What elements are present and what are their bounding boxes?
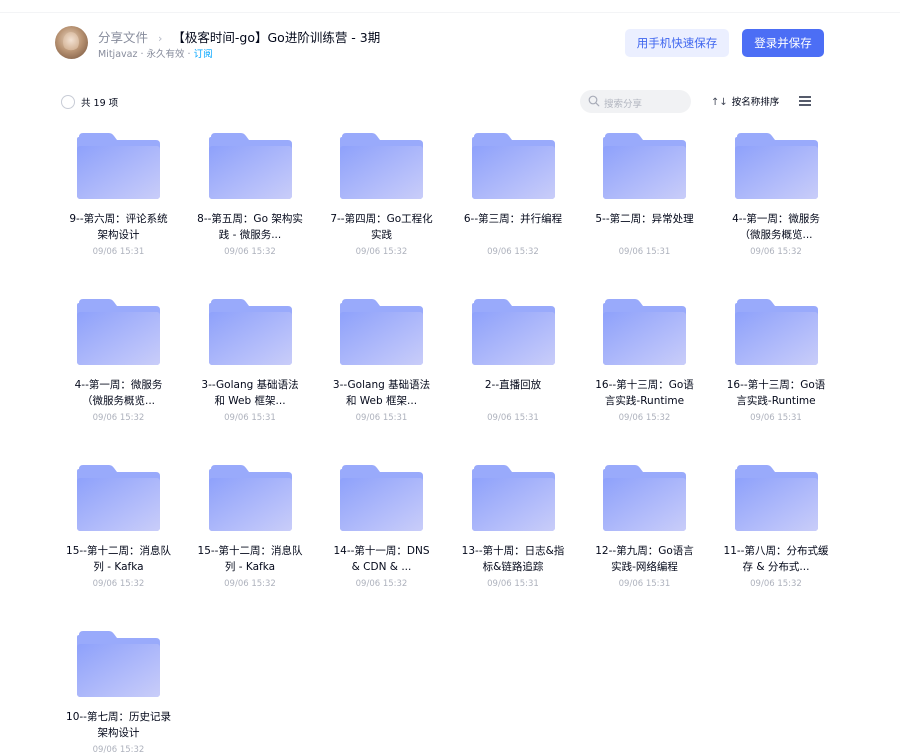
- folder-icon: [77, 299, 160, 365]
- folder-name[interactable]: 3--Golang 基础语法和 Web 框架...: [185, 377, 316, 409]
- sort-button[interactable]: ↑↓ 按名称排序: [711, 94, 779, 108]
- folder-icon: [734, 299, 818, 365]
- folder-time: 09/06 15:31: [92, 247, 145, 257]
- folder-item[interactable]: 7--第四周：Go工程化实践 09/06 15:32: [316, 127, 447, 267]
- folder-time: 09/06 15:31: [618, 247, 671, 257]
- folder-item[interactable]: 9--第六周：评论系统架构设计 09/06 15:31: [53, 127, 184, 267]
- folder-name[interactable]: 15--第十二周：消息队列 - Kafka: [185, 543, 316, 575]
- folder-item[interactable]: 4--第一周：微服务（微服务概览... 09/06 15:32: [711, 127, 842, 267]
- folder-item[interactable]: 15--第十二周：消息队列 - Kafka 09/06 15:32: [185, 459, 316, 599]
- folder-time: 09/06 15:31: [224, 413, 276, 423]
- folder-name[interactable]: 7--第四周：Go工程化实践: [316, 211, 447, 243]
- folder-item[interactable]: 4--第一周：微服务（微服务概览... 09/06 15:32: [53, 293, 184, 433]
- folder-item[interactable]: 5--第二周：异常处理 09/06 15:31: [579, 127, 710, 267]
- folder-time: 09/06 15:32: [355, 247, 408, 257]
- folder-item[interactable]: 14--第十一周：DNS & CDN & ... 09/06 15:32: [316, 459, 447, 599]
- folder-time: 09/06 15:31: [618, 579, 671, 589]
- folder-name[interactable]: 5--第二周：异常处理: [579, 211, 710, 227]
- sort-label: 按名称排序: [731, 97, 780, 108]
- folder-icon: [208, 299, 292, 365]
- folder-item[interactable]: 13--第十周：日志&指标&链路追踪 09/06 15:31: [448, 459, 579, 599]
- list-view-icon[interactable]: [799, 96, 811, 106]
- folder-icon: [603, 133, 686, 199]
- folder-time: 09/06 15:31: [750, 413, 802, 423]
- folder-name[interactable]: 15--第十二周：消息队列 - Kafka: [53, 543, 184, 575]
- breadcrumb-root[interactable]: 分享文件: [98, 30, 148, 45]
- folder-time: 09/06 15:32: [224, 247, 276, 257]
- folder-item[interactable]: 12--第九周：Go语言实践-网络编程 09/06 15:31: [579, 459, 710, 599]
- folder-icon: [77, 133, 160, 199]
- folder-icon: [603, 465, 686, 531]
- folder-name[interactable]: 13--第十周：日志&指标&链路追踪: [448, 543, 579, 575]
- folder-item[interactable]: 11--第八周：分布式缓存 & 分布式... 09/06 15:32: [711, 459, 842, 599]
- folder-name[interactable]: 3--Golang 基础语法和 Web 框架...: [316, 377, 447, 409]
- chevron-right-icon: ›: [158, 32, 163, 45]
- share-header: 分享文件 › 【极客时间-go】Go进阶训练营 - 3期 Mitjavaz · …: [0, 0, 900, 75]
- folder-item[interactable]: 16--第十三周：Go语言实践-Runtime 09/06 15:32: [579, 293, 710, 433]
- folder-item[interactable]: 2--直播回放 09/06 15:31: [448, 293, 579, 433]
- folder-time: 09/06 15:32: [750, 579, 802, 589]
- folder-item[interactable]: 15--第十二周：消息队列 - Kafka 09/06 15:32: [53, 459, 184, 599]
- folder-icon: [734, 133, 818, 199]
- folder-time: 09/06 15:31: [487, 413, 539, 423]
- folder-time: 09/06 15:32: [92, 413, 145, 423]
- folder-time: 09/06 15:32: [355, 579, 408, 589]
- folder-icon: [77, 631, 160, 697]
- folder-name[interactable]: 4--第一周：微服务（微服务概览...: [53, 377, 184, 409]
- folder-icon: [734, 465, 818, 531]
- search-placeholder: 搜索分享: [604, 99, 643, 110]
- folder-time: 09/06 15:32: [92, 745, 145, 755]
- avatar[interactable]: [55, 26, 88, 59]
- search-input[interactable]: 搜索分享: [580, 90, 691, 113]
- select-all-checkbox[interactable]: [61, 95, 75, 109]
- folder-time: 09/06 15:31: [487, 579, 539, 589]
- folder-name[interactable]: 6--第三周：并行编程: [448, 211, 579, 227]
- folder-name[interactable]: 14--第十一周：DNS & CDN & ...: [316, 543, 447, 575]
- file-toolbar: 共 19 项 搜索分享 ↑↓ 按名称排序: [0, 88, 900, 116]
- folder-item[interactable]: 16--第十三周：Go语言实践-Runtime 09/06 15:31: [711, 293, 842, 433]
- folder-time: 09/06 15:32: [750, 247, 802, 257]
- folder-name[interactable]: 8--第五周：Go 架构实践 - 微服务...: [185, 211, 316, 243]
- folder-icon: [340, 465, 423, 531]
- folder-item[interactable]: 6--第三周：并行编程 09/06 15:32: [448, 127, 579, 267]
- folder-time: 09/06 15:31: [355, 413, 408, 423]
- search-icon: [588, 95, 600, 107]
- folder-name[interactable]: 16--第十三周：Go语言实践-Runtime: [711, 377, 842, 409]
- folder-icon: [340, 299, 423, 365]
- folder-name[interactable]: 12--第九周：Go语言实践-网络编程: [579, 543, 710, 575]
- folder-icon: [208, 465, 292, 531]
- share-meta: Mitjavaz · 永久有效 · 订阅: [98, 46, 213, 60]
- folder-name[interactable]: 9--第六周：评论系统架构设计: [53, 211, 184, 243]
- folder-icon: [340, 133, 423, 199]
- folder-time: 09/06 15:32: [618, 413, 671, 423]
- folder-item[interactable]: 3--Golang 基础语法和 Web 框架... 09/06 15:31: [316, 293, 447, 433]
- folder-item[interactable]: 8--第五周：Go 架构实践 - 微服务... 09/06 15:32: [185, 127, 316, 267]
- folder-time: 09/06 15:32: [487, 247, 539, 257]
- breadcrumb: 分享文件 › 【极客时间-go】Go进阶训练营 - 3期: [98, 27, 380, 46]
- page-title: 【极客时间-go】Go进阶训练营 - 3期: [172, 30, 381, 45]
- login-save-button[interactable]: 登录并保存: [742, 29, 824, 57]
- folder-name[interactable]: 16--第十三周：Go语言实践-Runtime: [579, 377, 710, 409]
- folder-name[interactable]: 4--第一周：微服务（微服务概览...: [711, 211, 842, 243]
- folder-item[interactable]: 10--第七周：历史记录架构设计 09/06 15:32: [53, 625, 184, 755]
- folder-icon: [471, 299, 555, 365]
- folder-time: 09/06 15:32: [92, 579, 145, 589]
- folder-name[interactable]: 10--第七周：历史记录架构设计: [53, 709, 184, 741]
- folder-icon: [603, 299, 686, 365]
- folder-name[interactable]: 2--直播回放: [448, 377, 579, 393]
- owner-meta: Mitjavaz · 永久有效 ·: [98, 49, 194, 60]
- folder-icon: [77, 465, 160, 531]
- item-count: 共 19 项: [81, 98, 119, 109]
- mobile-save-button[interactable]: 用手机快速保存: [625, 29, 729, 57]
- folder-item[interactable]: 3--Golang 基础语法和 Web 框架... 09/06 15:31: [185, 293, 316, 433]
- folder-icon: [471, 133, 555, 199]
- folder-time: 09/06 15:32: [224, 579, 276, 589]
- folder-icon: [208, 133, 292, 199]
- folder-name[interactable]: 11--第八周：分布式缓存 & 分布式...: [711, 543, 842, 575]
- folder-icon: [471, 465, 555, 531]
- sort-icon: ↑↓: [711, 97, 728, 108]
- subscribe-link[interactable]: 订阅: [194, 49, 213, 60]
